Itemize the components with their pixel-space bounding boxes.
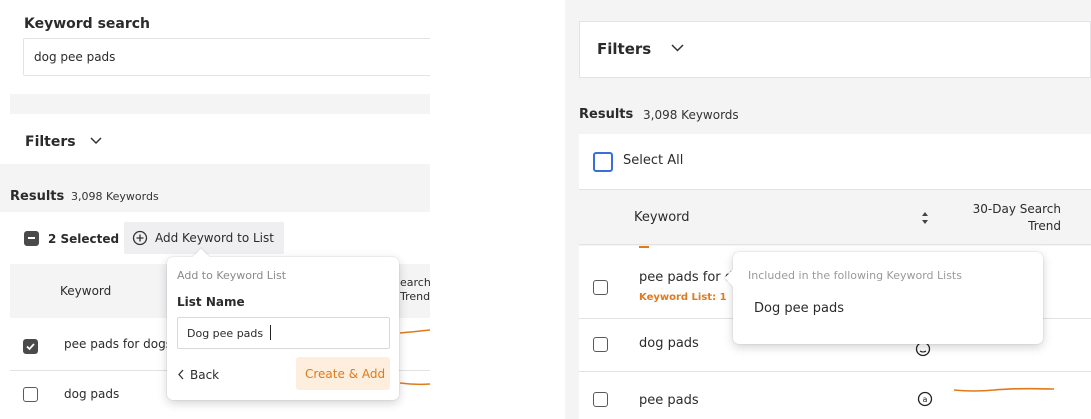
column-trend: earch Trend (400, 276, 430, 304)
column-trend-line1: earch (400, 276, 430, 289)
plus-circle-icon (132, 230, 148, 246)
column-keyword: Keyword (634, 210, 690, 225)
amazon-icon: a (917, 391, 933, 407)
keyword-search-label: Keyword search (24, 16, 151, 32)
filters-label: Filters (25, 134, 76, 150)
results-label: Results (579, 107, 634, 122)
chevron-left-icon (178, 369, 184, 380)
results-header: Results 3,098 Keywords (0, 164, 430, 212)
results-count: 3,098 Keywords (71, 190, 159, 203)
keyword-search-section: Keyword search dog pee pads (10, 6, 430, 94)
keyword-search-input-value: dog pee pads (34, 50, 116, 64)
row-keyword: pee pads for d (639, 270, 734, 285)
svg-text:a: a (923, 395, 928, 404)
column-trend-line1: 30-Day Search (972, 202, 1061, 216)
select-all-bar: Select All (579, 134, 1091, 189)
filters-label: Filters (597, 40, 652, 58)
row-checkbox[interactable] (593, 392, 608, 407)
list-name-input-value: Dog pee pads (187, 327, 264, 340)
select-all-checkbox[interactable] (24, 231, 39, 246)
add-to-keyword-list-popover: Add to Keyword List List Name Dog pee pa… (167, 248, 399, 400)
results-count: 3,098 Keywords (643, 108, 739, 122)
keyword-list-item[interactable]: Dog pee pads (754, 301, 844, 316)
left-panel: Keyword search dog pee pads Filters Resu… (0, 0, 430, 419)
column-trend-line2: Trend (400, 290, 430, 303)
table-header: Keyword 30-Day Search Trend (579, 189, 1091, 245)
text-cursor (270, 325, 271, 340)
row-keyword: pee pads (639, 393, 699, 408)
trend-sparkline (400, 382, 430, 386)
trend-sparkline (400, 329, 430, 334)
row-checkbox[interactable] (23, 339, 38, 354)
row-checkbox[interactable] (593, 280, 608, 295)
keyword-list-tag[interactable]: Keyword List: 1 (639, 292, 727, 303)
scrolled-tag-fragment (639, 246, 649, 248)
popover-title: Included in the following Keyword Lists (748, 269, 962, 282)
sort-icon[interactable] (921, 211, 929, 225)
right-panel: Filters Results 3,098 Keywords Select Al… (565, 0, 1091, 419)
create-and-add-label: Create & Add (305, 367, 386, 381)
selected-count: 2 Selected (48, 232, 120, 246)
add-keyword-to-list-button[interactable]: Add Keyword to List (124, 222, 284, 254)
row-checkbox[interactable] (23, 387, 38, 402)
keyword-lists-popover: Included in the following Keyword Lists … (724, 252, 1043, 344)
column-trend: 30-Day Search Trend (939, 201, 1061, 235)
chevron-down-icon (671, 44, 684, 52)
create-and-add-button[interactable]: Create & Add (296, 357, 390, 390)
filters-toggle[interactable]: Filters (579, 21, 1091, 78)
trend-sparkline (954, 387, 1054, 392)
back-button-label: Back (190, 368, 220, 382)
column-keyword: Keyword (60, 284, 112, 298)
results-label: Results (10, 189, 65, 204)
row-keyword: dog pads (64, 387, 120, 401)
table-row[interactable]: pee pads a (579, 372, 1091, 419)
filters-toggle[interactable]: Filters (10, 114, 430, 164)
popover-title: Add to Keyword List (177, 269, 287, 282)
list-name-input[interactable]: Dog pee pads (177, 317, 390, 349)
list-name-label: List Name (177, 295, 245, 309)
section-gap (10, 94, 430, 114)
row-keyword: pee pads for dogs (64, 337, 172, 351)
row-keyword: dog pads (639, 336, 699, 351)
keyword-search-input[interactable]: dog pee pads (23, 38, 430, 76)
column-trend-line2: Trend (1028, 219, 1061, 233)
chevron-down-icon (90, 137, 102, 145)
select-all-label: Select All (623, 153, 684, 168)
row-checkbox[interactable] (593, 337, 608, 352)
add-keyword-to-list-label: Add Keyword to List (155, 231, 274, 245)
select-all-checkbox[interactable] (593, 152, 613, 172)
back-button[interactable]: Back (175, 363, 235, 387)
